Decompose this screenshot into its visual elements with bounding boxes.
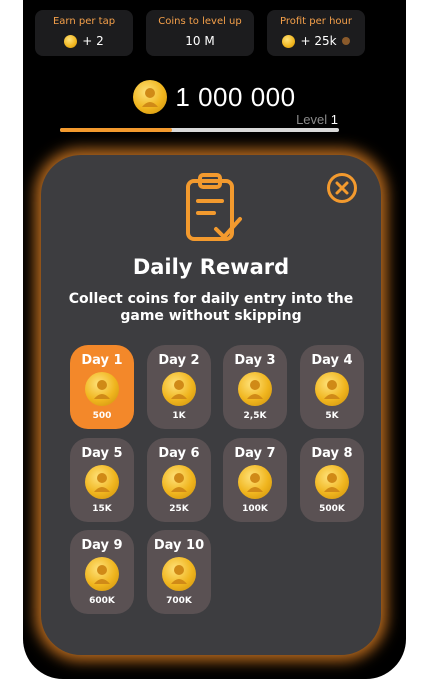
day-reward: 700K [166,596,192,606]
coin-icon [282,34,296,48]
level-value: 1 [330,112,338,127]
stats-bar: Earn per tap + 2 Coins to level up 10 M … [35,10,394,56]
day-label: Day 2 [158,353,200,368]
coin-icon [85,372,119,406]
day-label: Day 7 [234,446,276,461]
app-screen: Earn per tap + 2 Coins to level up 10 M … [23,0,406,679]
day-reward: 5K [325,411,339,421]
day-card[interactable]: Day 6 25K [147,438,211,522]
coin-icon [162,557,196,591]
stat-value: + 2 [82,34,104,48]
stat-earn-per-tap: Earn per tap + 2 [35,10,133,56]
coin-icon [238,372,272,406]
coin-icon [238,465,272,499]
stat-label: Earn per tap [52,16,116,27]
day-reward: 500 [92,411,112,421]
coin-icon [162,465,196,499]
day-reward: 25K [169,504,189,514]
coin-icon [162,372,196,406]
close-button[interactable] [327,173,357,203]
day-card[interactable]: Day 7 100K [223,438,287,522]
coin-icon [85,465,119,499]
day-card[interactable]: Day 10 700K [147,530,211,614]
stat-profit-per-hour: Profit per hour + 25k [267,10,365,56]
balance-display: 1 000 000 [23,80,406,114]
day-label: Day 5 [81,446,123,461]
coin-icon [315,372,349,406]
day-label: Day 3 [234,353,276,368]
level-label: Level [296,112,328,127]
day-reward: 100K [242,504,268,514]
day-label: Day 4 [311,353,353,368]
modal-title: Daily Reward [132,255,290,279]
stat-coins-to-level-up: Coins to level up 10 M [146,10,254,56]
day-reward: 1K [172,411,186,421]
day-card[interactable]: Day 1 500 [70,345,134,429]
day-reward: 2,5K [243,411,267,421]
day-label: Day 10 [153,538,205,553]
coin-icon [64,34,78,48]
day-label: Day 8 [311,446,353,461]
stat-value: 10 M [185,34,215,48]
info-icon[interactable] [341,37,350,45]
day-reward: 15K [92,504,112,514]
day-reward: 500K [319,504,345,514]
day-card[interactable]: Day 2 1K [147,345,211,429]
coin-icon [133,80,168,114]
day-label: Day 1 [81,353,123,368]
day-label: Day 6 [158,446,200,461]
modal-subtitle: Collect coins for daily entry into the g… [68,291,354,324]
coin-icon [85,557,119,591]
coin-icon [315,465,349,499]
day-label: Day 9 [81,538,123,553]
stat-label: Profit per hour [280,16,352,27]
balance-amount: 1 000 000 [175,81,296,112]
day-card[interactable]: Day 3 2,5K [223,345,287,429]
level-progress-fill [60,128,172,132]
level-progress-bar [60,128,339,132]
day-reward: 600K [89,596,115,606]
day-card[interactable]: Day 4 5K [300,345,364,429]
clipboard-check-icon [180,171,244,245]
day-card[interactable]: Day 5 15K [70,438,134,522]
stat-label: Coins to level up [158,16,242,27]
close-icon [335,181,349,195]
daily-reward-modal: Daily Reward Collect coins for daily ent… [41,155,381,655]
day-card[interactable]: Day 9 600K [70,530,134,614]
level-indicator: Level 1 [296,112,338,127]
stat-value: + 25k [300,34,337,48]
day-card[interactable]: Day 8 500K [300,438,364,522]
